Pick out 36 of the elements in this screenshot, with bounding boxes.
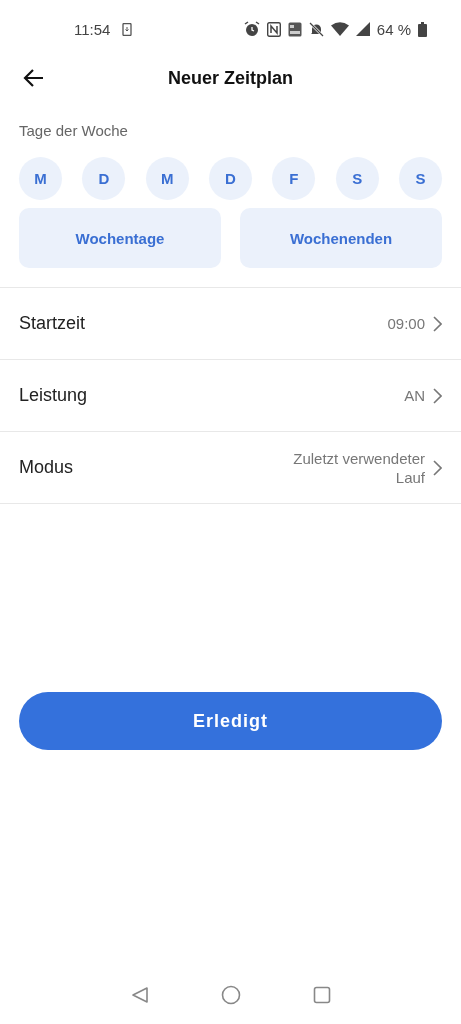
setting-value: AN xyxy=(404,386,425,405)
setting-label: Modus xyxy=(19,457,74,478)
phone-icon xyxy=(122,22,133,36)
weekday-toggle[interactable]: M xyxy=(19,157,62,200)
setting-label: Leistung xyxy=(19,385,88,406)
back-nav-icon[interactable] xyxy=(130,986,149,1004)
weekday-toggle[interactable]: D xyxy=(82,157,126,200)
chevron-right-icon xyxy=(433,459,442,476)
chevron-right-icon xyxy=(433,315,442,332)
setting-value: Zuletzt verwendeter Lauf xyxy=(292,448,425,487)
setting-value: 09:00 xyxy=(387,314,425,333)
chevron-right-icon xyxy=(433,387,442,404)
screen-title: Neuer Zeitplan xyxy=(168,67,293,89)
weekday-toggle[interactable]: F xyxy=(272,157,316,200)
done-button[interactable]: Erledigt xyxy=(19,692,442,750)
nfc-icon xyxy=(266,21,281,37)
preset-button[interactable]: Wochenenden xyxy=(240,208,442,268)
preset-button[interactable]: Wochentage xyxy=(19,208,221,268)
settings-row[interactable]: Leistung AN xyxy=(0,360,461,432)
settings-row[interactable]: Startzeit 09:00 xyxy=(0,288,461,360)
alarm-icon xyxy=(243,21,260,37)
battery-icon xyxy=(418,21,427,37)
signal-icon xyxy=(355,22,370,36)
home-nav-icon[interactable] xyxy=(220,985,241,1005)
status-time: 11:54 xyxy=(74,20,111,38)
recents-nav-icon[interactable] xyxy=(312,986,331,1004)
wifi-icon xyxy=(330,22,349,36)
weekday-toggle[interactable]: S xyxy=(335,157,379,200)
setting-label: Startzeit xyxy=(19,313,86,334)
settings-row[interactable]: Modus Zuletzt verwendeter Lauf xyxy=(0,432,461,504)
weekday-toggle[interactable]: S xyxy=(398,157,442,200)
bell-off-icon xyxy=(308,21,324,37)
weekday-toggle[interactable]: M xyxy=(145,157,189,200)
section-label: Tage der Woche xyxy=(19,122,129,139)
battery-percent: 64 % xyxy=(376,20,411,38)
weekday-toggle[interactable]: D xyxy=(209,157,252,200)
